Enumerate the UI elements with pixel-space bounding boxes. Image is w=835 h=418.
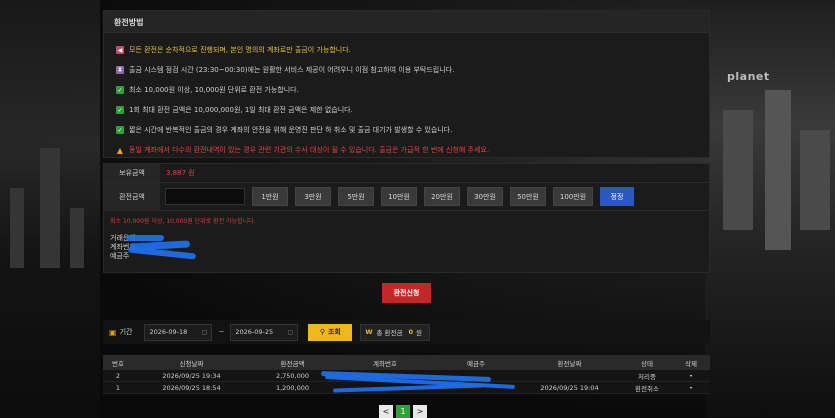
notice-text: 짧은 시간에 반복적인 출금의 경우 계좌의 안전을 위해 운영진 판단 하 취… <box>129 126 453 134</box>
background-sign: planet <box>727 70 770 83</box>
column-header: 삭제 <box>685 359 697 368</box>
delete-button[interactable]: • <box>672 384 710 392</box>
notice-text: 동일 계좌에서 다수의 환전내역이 있는 경우 관련 기관의 수사 대상이 될 … <box>129 146 490 154</box>
table-cell: 처리중 <box>638 372 656 381</box>
amount-quick-button[interactable]: 100만원 <box>553 187 593 206</box>
balance-label: 보유금액 <box>104 164 160 182</box>
pagination: < 1 > <box>379 405 430 418</box>
notice-item: ✓ 1회 최대 환전 금액은 10,000,000원, 1일 최대 환전 금액은 … <box>116 100 699 120</box>
megaphone-icon: ◀ <box>116 46 124 54</box>
notice-item: ✓ 짧은 시간에 반복적인 출금의 경우 계좌의 안전을 위해 운영진 판단 하 … <box>116 120 699 140</box>
warning-icon: ▲ <box>116 145 124 155</box>
won-icon: W <box>365 328 373 336</box>
delete-button[interactable]: • <box>672 372 710 380</box>
history-filter-bar: ▣ 기간 2026-09-18 ▢ ~ 2026-09-25 ▢ ⚲ 조회 W … <box>103 320 710 344</box>
table-cell: 2026/09/25 18:54 <box>162 383 221 392</box>
account-info: 거래은행 계좌번호 예금주 <box>104 231 709 261</box>
next-page-button[interactable]: > <box>413 405 427 418</box>
balance-row: 보유금액 3,887 원 <box>104 164 709 183</box>
amount-quick-button[interactable]: 5만원 <box>338 187 374 206</box>
redaction-mark <box>126 235 164 241</box>
page-1-button[interactable]: 1 <box>396 405 410 418</box>
date-to-value: 2026-09-25 <box>235 328 274 336</box>
check-icon: ✓ <box>116 106 124 114</box>
hourglass-icon: ⧗ <box>116 66 124 74</box>
calendar-picker-icon: ▢ <box>287 328 294 336</box>
date-to-input[interactable]: 2026-09-25 ▢ <box>230 323 299 341</box>
background-right-city: planet <box>705 0 835 418</box>
account-number-label: 계좌번호 <box>110 243 136 251</box>
notice-text: 1회 최대 환전 금액은 10,000,000원, 1일 최대 환전 금액은 제… <box>129 106 353 114</box>
date-from-input[interactable]: 2026-09-18 ▢ <box>144 323 213 341</box>
withdraw-notice-panel: 환전방법 ◀ 모든 환전은 순차적으로 진행되며, 본인 명의의 계좌로만 출금이… <box>103 10 710 158</box>
notice-text: 최소 10,000원 이상, 10,000원 단위로 환전 가능합니다. <box>129 86 299 94</box>
background-left-city <box>0 0 100 418</box>
notice-list: ◀ 모든 환전은 순차적으로 진행되며, 본인 명의의 계좌로만 출금이 가능합니… <box>104 33 709 160</box>
column-header: 환전날짜 <box>557 359 582 368</box>
search-label: 조회 <box>327 328 341 336</box>
amount-quick-button[interactable]: 1만원 <box>252 187 288 206</box>
date-separator: ~ <box>218 328 225 336</box>
notice-item: ⧗ 출금 시스템 점검 시간 (23:30~00:30)에는 원활한 서비스 제공… <box>116 60 699 80</box>
table-cell: 2 <box>115 371 121 380</box>
amount-row: 환전금액 1만원 3만원 5만원 10만원 20만원 30만원 50만원 100만원 정정 <box>104 183 709 211</box>
amount-hint: 최소 10,000원 이상, 10,000원 단위로 환전 가능합니다. <box>110 218 256 225</box>
table-cell: 환전취소 <box>635 384 659 393</box>
notice-text: 모든 환전은 순차적으로 진행되며, 본인 명의의 계좌로만 출금이 가능합니다… <box>129 46 351 54</box>
check-icon: ✓ <box>116 86 124 94</box>
withdraw-history-table: 번호 신청날짜 환전금액 계좌번호 예금주 환전날짜 상태 삭제 2 2026/09/25 19… <box>103 355 710 394</box>
amount-quick-button[interactable]: 30만원 <box>467 187 503 206</box>
amount-quick-button[interactable]: 20만원 <box>424 187 460 206</box>
notice-item: ◀ 모든 환전은 순차적으로 진행되며, 본인 명의의 계좌로만 출금이 가능합니… <box>116 40 699 60</box>
amount-label: 환전금액 <box>104 183 160 210</box>
bank-label: 거래은행 <box>110 234 136 242</box>
amount-quick-buttons: 1만원 3만원 5만원 10만원 20만원 30만원 50만원 100만원 <box>245 187 593 206</box>
notice-item: ✓ 최소 10,000원 이상, 10,000원 단위로 환전 가능합니다. <box>116 80 699 100</box>
table-header: 번호 신청날짜 환전금액 계좌번호 예금주 환전날짜 상태 삭제 <box>103 355 710 370</box>
column-header: 예금주 <box>467 359 485 368</box>
column-header: 상태 <box>641 359 653 368</box>
withdraw-submit-button[interactable]: 환전신청 <box>382 283 431 303</box>
period-label-wrap: ▣ 기간 <box>109 327 132 337</box>
table-cell: 1,200,000 <box>275 383 310 392</box>
check-icon: ✓ <box>116 126 124 134</box>
amount-input[interactable] <box>165 188 245 205</box>
total-unit: 원 <box>416 329 423 337</box>
column-header: 환전금액 <box>280 359 305 368</box>
date-from-value: 2026-09-18 <box>149 328 188 336</box>
balance-value: 3,887 원 <box>166 169 195 177</box>
table-cell: 1 <box>115 383 121 392</box>
calendar-picker-icon: ▢ <box>201 328 208 336</box>
prev-page-button[interactable]: < <box>379 405 393 418</box>
withdraw-form: 보유금액 3,887 원 환전금액 1만원 3만원 5만원 10만원 20만원 30만원 5… <box>103 163 710 273</box>
table-cell: 2026/09/25 19:04 <box>540 383 599 392</box>
notice-title: 환전방법 <box>104 11 709 33</box>
column-header: 계좌번호 <box>373 359 397 368</box>
search-button[interactable]: ⚲ 조회 <box>308 323 353 341</box>
column-header: 신청날짜 <box>179 359 204 368</box>
amount-quick-button[interactable]: 50만원 <box>510 187 546 206</box>
reset-button[interactable]: 정정 <box>600 187 634 206</box>
amount-quick-button[interactable]: 10만원 <box>381 187 417 206</box>
column-header: 번호 <box>112 359 124 368</box>
total-value: 0 <box>408 328 414 336</box>
notice-item: ▲ 동일 계좌에서 다수의 환전내역이 있는 경우 관련 기관의 수사 대상이 될… <box>116 140 699 160</box>
account-holder-label: 예금주 <box>110 252 130 260</box>
total-label: 총 환전금 <box>376 329 403 337</box>
table-cell: 2026/09/25 19:34 <box>162 371 221 380</box>
amount-quick-button[interactable]: 3만원 <box>295 187 331 206</box>
search-icon: ⚲ <box>319 328 325 336</box>
total-withdraw-box: W 총 환전금 0 원 <box>360 323 431 341</box>
calendar-icon: ▣ <box>109 327 117 337</box>
notice-text: 출금 시스템 점검 시간 (23:30~00:30)에는 원활한 서비스 제공이… <box>129 66 455 74</box>
period-label: 기간 <box>119 328 133 336</box>
